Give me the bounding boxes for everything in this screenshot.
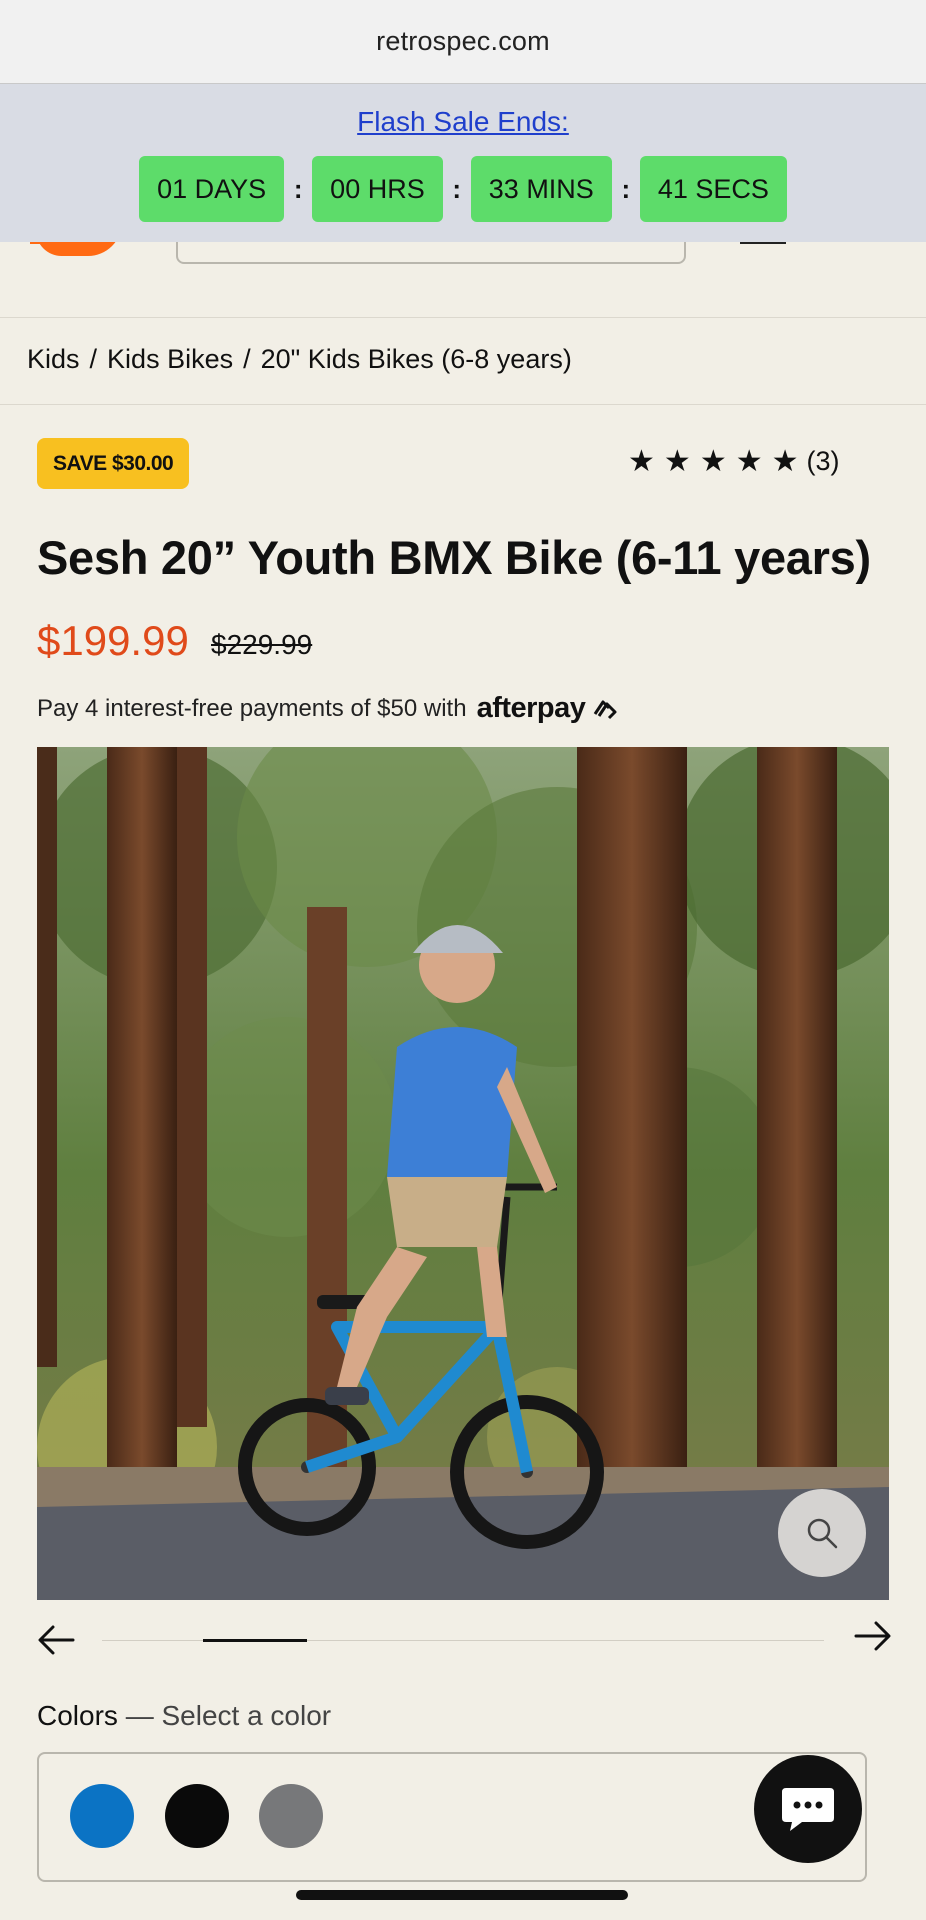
countdown-separator: : [293, 173, 303, 204]
bike-photo-illustration [37, 747, 889, 1600]
colors-dash: — [125, 1700, 154, 1731]
url-text: retrospec.com [376, 26, 550, 56]
menu-icon[interactable] [740, 242, 786, 244]
seconds-unit: SECS [695, 173, 769, 204]
chat-button[interactable] [754, 1755, 862, 1863]
flash-sale-banner: Flash Sale Ends: 01 DAYS : 00 HRS : 33 M… [0, 84, 926, 242]
home-indicator[interactable] [296, 1890, 628, 1900]
search-icon [807, 1518, 838, 1549]
breadcrumb-item-kids-bikes[interactable]: Kids Bikes [107, 344, 233, 374]
color-swatch-blue[interactable] [70, 1784, 134, 1848]
payment-text: Pay 4 interest-free payments of $50 with [37, 694, 467, 722]
zoom-button[interactable] [778, 1489, 866, 1577]
product-image[interactable] [37, 747, 889, 1600]
breadcrumb-separator: / [89, 344, 98, 374]
breadcrumb-item-20-kids-bikes[interactable]: 20" Kids Bikes (6-8 years) [261, 344, 572, 374]
minutes-unit: MINS [526, 173, 594, 204]
star-icon: ★ [735, 444, 763, 478]
star-icon: ★ [699, 444, 727, 478]
afterpay-icon [594, 700, 617, 719]
countdown-seconds: 41 SECS [639, 156, 787, 222]
divider [0, 404, 926, 405]
afterpay-logo: afterpay [476, 692, 586, 724]
review-count[interactable]: (3) [807, 446, 840, 477]
countdown-separator: : [452, 173, 462, 204]
color-swatch-gray[interactable] [259, 1784, 323, 1848]
countdown-separator: : [621, 173, 631, 204]
seconds-value: 41 [657, 173, 688, 204]
star-rating[interactable]: ★ ★ ★ ★ ★ (3) [628, 446, 840, 477]
chat-bubble-icon [782, 1788, 834, 1831]
days-unit: DAYS [194, 173, 267, 204]
countdown-timer: 01 DAYS : 00 HRS : 33 MINS : 41 SECS [0, 156, 926, 222]
colors-heading: Colors — Select a color [37, 1700, 331, 1732]
gallery-progress-thumb[interactable] [203, 1639, 307, 1642]
color-selector [37, 1752, 867, 1882]
save-badge: SAVE $30.00 [37, 438, 190, 489]
browser-url-bar[interactable]: retrospec.com [0, 0, 926, 84]
arrow-left-icon[interactable] [37, 1622, 75, 1658]
breadcrumb: Kids / Kids Bikes / 20" Kids Bikes (6-8 year… [27, 344, 572, 375]
arrow-right-icon[interactable] [854, 1618, 892, 1654]
breadcrumb-item-kids[interactable]: Kids [27, 344, 80, 374]
days-value: 01 [157, 173, 188, 204]
afterpay-message[interactable]: Pay 4 interest-free payments of $50 with… [37, 692, 619, 725]
breadcrumb-separator: / [243, 344, 251, 374]
star-icon: ★ [663, 444, 691, 478]
star-icon: ★ [628, 444, 655, 478]
hours-value: 00 [330, 173, 361, 204]
countdown-days: 01 DAYS [139, 156, 285, 222]
colors-label: Colors [37, 1700, 118, 1731]
color-swatch-black[interactable] [165, 1784, 229, 1848]
minutes-value: 33 [488, 173, 519, 204]
sale-price: $199.99 [37, 617, 189, 664]
colors-prompt: Select a color [161, 1700, 332, 1731]
hours-unit: HRS [367, 173, 425, 204]
flash-sale-link[interactable]: Flash Sale Ends: [0, 106, 926, 138]
original-price: $229.99 [211, 629, 313, 660]
star-icon: ★ [771, 444, 799, 478]
product-title: Sesh 20” Youth BMX Bike (6-11 years) [37, 531, 871, 584]
countdown-minutes: 33 MINS [470, 156, 612, 222]
countdown-hours: 00 HRS [312, 156, 443, 222]
